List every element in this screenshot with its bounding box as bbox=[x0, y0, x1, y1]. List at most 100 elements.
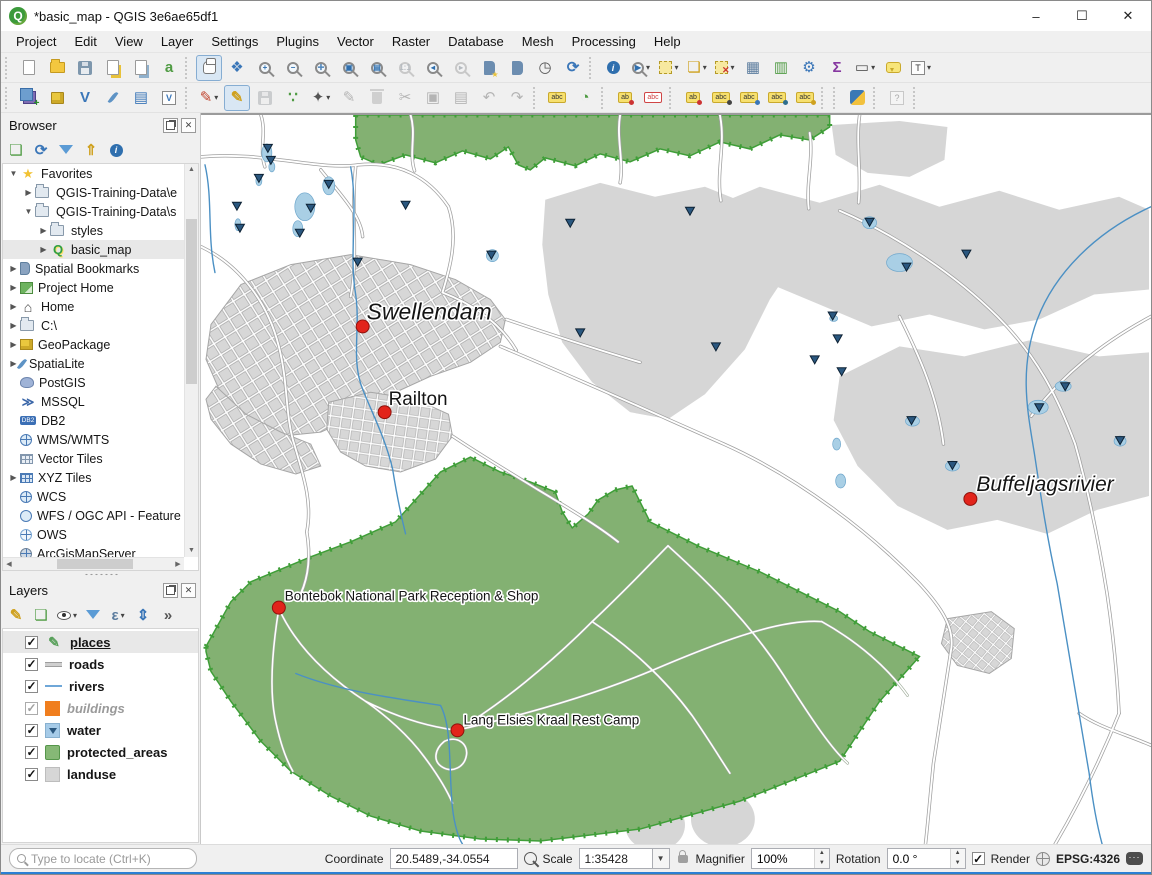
select-features-dropdown-icon[interactable]: ▾ bbox=[674, 63, 678, 72]
current-edits-button[interactable]: ✎▾ bbox=[196, 85, 222, 111]
new-print-layout-button[interactable] bbox=[100, 55, 126, 81]
extents-toggle-icon[interactable] bbox=[524, 852, 537, 865]
map-tips-button[interactable] bbox=[880, 55, 906, 81]
refresh-map-button[interactable]: ⟳ bbox=[560, 55, 586, 81]
text-annotation-dropdown-icon[interactable]: ▾ bbox=[927, 63, 931, 72]
highlight-pinned-labels-button[interactable]: abc bbox=[640, 85, 666, 111]
tree-open-arrow-icon[interactable]: ▼ bbox=[22, 207, 35, 216]
new-spatialite-layer-button[interactable] bbox=[100, 85, 126, 111]
layer-labeling-options-button[interactable]: abc bbox=[544, 85, 570, 111]
locator-bar[interactable] bbox=[9, 848, 197, 869]
select-features-button[interactable]: ▾ bbox=[656, 55, 682, 81]
paste-features-button[interactable]: ▤ bbox=[448, 85, 474, 111]
browser-item-db2[interactable]: DB2 bbox=[3, 411, 184, 430]
show-hide-labels-button[interactable]: abc bbox=[708, 85, 734, 111]
magnifier-spinner[interactable]: ▲▼ bbox=[751, 848, 830, 869]
rotate-label-button[interactable]: abc bbox=[764, 85, 790, 111]
browser-item-spatialite[interactable]: ▶SpatiaLite bbox=[3, 354, 184, 373]
browser-close-button[interactable]: ✕ bbox=[181, 118, 196, 133]
measure-line-dropdown-icon[interactable]: ▾ bbox=[871, 63, 875, 72]
open-project-button[interactable] bbox=[44, 55, 70, 81]
pan-to-selection-button[interactable]: ❖ bbox=[224, 55, 250, 81]
crs-globe-icon[interactable] bbox=[1036, 852, 1050, 866]
browser-vertical-scrollbar[interactable]: ▲▼ bbox=[184, 164, 198, 557]
browser-item-wfs-ogc-api-feature[interactable]: WFS / OGC API - Feature bbox=[3, 506, 184, 525]
manage-map-themes-button[interactable]: ▾ bbox=[57, 605, 77, 625]
tree-closed-arrow-icon[interactable]: ▶ bbox=[7, 473, 20, 482]
browser-item-qgis-training-data-s[interactable]: ▼QGIS-Training-Data\s bbox=[3, 202, 184, 221]
select-by-value-button[interactable]: ❏▾ bbox=[684, 55, 710, 81]
magnifier-down-button[interactable]: ▼ bbox=[815, 859, 829, 869]
browser-item-wms-wmts[interactable]: WMS/WMTS bbox=[3, 430, 184, 449]
layers-close-button[interactable]: ✕ bbox=[181, 583, 196, 598]
menu-item-layer[interactable]: Layer bbox=[152, 32, 203, 51]
filter-browser-button[interactable] bbox=[57, 140, 75, 160]
delete-selected-button[interactable] bbox=[364, 85, 390, 111]
pan-map-button[interactable] bbox=[196, 55, 222, 81]
copy-features-button[interactable]: ▣ bbox=[420, 85, 446, 111]
browser-item-postgis[interactable]: PostGIS bbox=[3, 373, 184, 392]
basic-statistics-button[interactable]: ▥ bbox=[768, 55, 794, 81]
menu-item-database[interactable]: Database bbox=[439, 32, 513, 51]
crs-status[interactable]: EPSG:4326 bbox=[1056, 852, 1120, 866]
data-source-manager-button[interactable] bbox=[16, 85, 42, 111]
identify-features-button[interactable]: i bbox=[600, 55, 626, 81]
layer-diagram-options-button[interactable]: ◔ bbox=[572, 85, 598, 111]
collapse-all-button[interactable]: ⇑ bbox=[82, 140, 100, 160]
new-geopackage-layer-button[interactable] bbox=[44, 85, 70, 111]
layer-visibility-checkbox[interactable]: ✓ bbox=[25, 636, 38, 649]
browser-item-favorites[interactable]: ▼Favorites bbox=[3, 164, 184, 183]
magnifier-up-button[interactable]: ▲ bbox=[815, 849, 829, 859]
close-button[interactable]: ✕ bbox=[1105, 1, 1151, 31]
lock-scale-icon[interactable] bbox=[678, 855, 688, 863]
tree-open-arrow-icon[interactable]: ▼ bbox=[7, 169, 20, 178]
zoom-in-button[interactable]: + bbox=[252, 55, 278, 81]
zoom-to-layer-button[interactable]: ▤ bbox=[364, 55, 390, 81]
tree-closed-arrow-icon[interactable]: ▶ bbox=[7, 283, 20, 292]
panel-splitter[interactable] bbox=[1, 571, 200, 578]
layers-float-button[interactable] bbox=[163, 583, 178, 598]
layer-visibility-checkbox[interactable]: ✓ bbox=[25, 724, 38, 737]
layer-row-protected-areas[interactable]: ✓protected_areas bbox=[3, 741, 198, 763]
toggle-editing-button[interactable]: ✎ bbox=[224, 85, 250, 111]
refresh-browser-button[interactable]: ⟳ bbox=[32, 140, 50, 160]
messages-icon[interactable]: ··· bbox=[1126, 852, 1143, 865]
rotation-up-button[interactable]: ▲ bbox=[951, 849, 965, 859]
menu-item-processing[interactable]: Processing bbox=[563, 32, 645, 51]
new-mesh-layer-button[interactable]: ▤ bbox=[128, 85, 154, 111]
zoom-to-selection-button[interactable]: ▣ bbox=[336, 55, 362, 81]
browser-item-project-home[interactable]: ▶Project Home bbox=[3, 278, 184, 297]
browser-item-home[interactable]: ▶Home bbox=[3, 297, 184, 316]
render-checkbox[interactable]: ✓ bbox=[972, 852, 985, 865]
zoom-full-extent-button[interactable]: ✛ bbox=[308, 55, 334, 81]
open-layer-styling-button[interactable]: ✎ bbox=[7, 605, 25, 625]
menu-item-view[interactable]: View bbox=[106, 32, 152, 51]
plugin-placeholder-button[interactable]: ? bbox=[884, 85, 910, 111]
layer-row-rivers[interactable]: ✓rivers bbox=[3, 675, 198, 697]
browser-float-button[interactable] bbox=[163, 118, 178, 133]
rotation-down-button[interactable]: ▼ bbox=[951, 859, 965, 869]
deselect-all-dropdown-icon[interactable]: ▾ bbox=[730, 63, 734, 72]
redo-button[interactable]: ↷ bbox=[504, 85, 530, 111]
browser-item-styles[interactable]: ▶styles bbox=[3, 221, 184, 240]
temporal-controller-button[interactable]: ◷ bbox=[532, 55, 558, 81]
manage-map-themes-dropdown-icon[interactable]: ▾ bbox=[73, 611, 77, 620]
layer-row-roads[interactable]: ✓roads bbox=[3, 653, 198, 675]
tree-closed-arrow-icon[interactable]: ▶ bbox=[37, 245, 50, 254]
zoom-out-button[interactable]: − bbox=[280, 55, 306, 81]
modify-attributes-button[interactable]: ✎ bbox=[336, 85, 362, 111]
locator-input[interactable] bbox=[31, 852, 189, 866]
browser-item-ows[interactable]: OWS bbox=[3, 525, 184, 544]
style-manager-button[interactable]: a bbox=[156, 55, 182, 81]
vertex-tool-button[interactable]: ✦▾ bbox=[308, 85, 334, 111]
statistical-summary-button[interactable]: Σ bbox=[824, 55, 850, 81]
new-shapefile-layer-button[interactable]: V bbox=[72, 85, 98, 111]
filter-legend-button[interactable] bbox=[84, 605, 102, 625]
menu-item-raster[interactable]: Raster bbox=[383, 32, 439, 51]
browser-properties-button[interactable]: i bbox=[107, 140, 125, 160]
rotation-input[interactable] bbox=[888, 849, 950, 868]
move-label-button[interactable]: ab bbox=[680, 85, 706, 111]
save-layer-edits-button[interactable] bbox=[252, 85, 278, 111]
maximize-button[interactable]: ☐ bbox=[1059, 1, 1105, 31]
layer-row-places[interactable]: ✓places bbox=[3, 631, 198, 653]
